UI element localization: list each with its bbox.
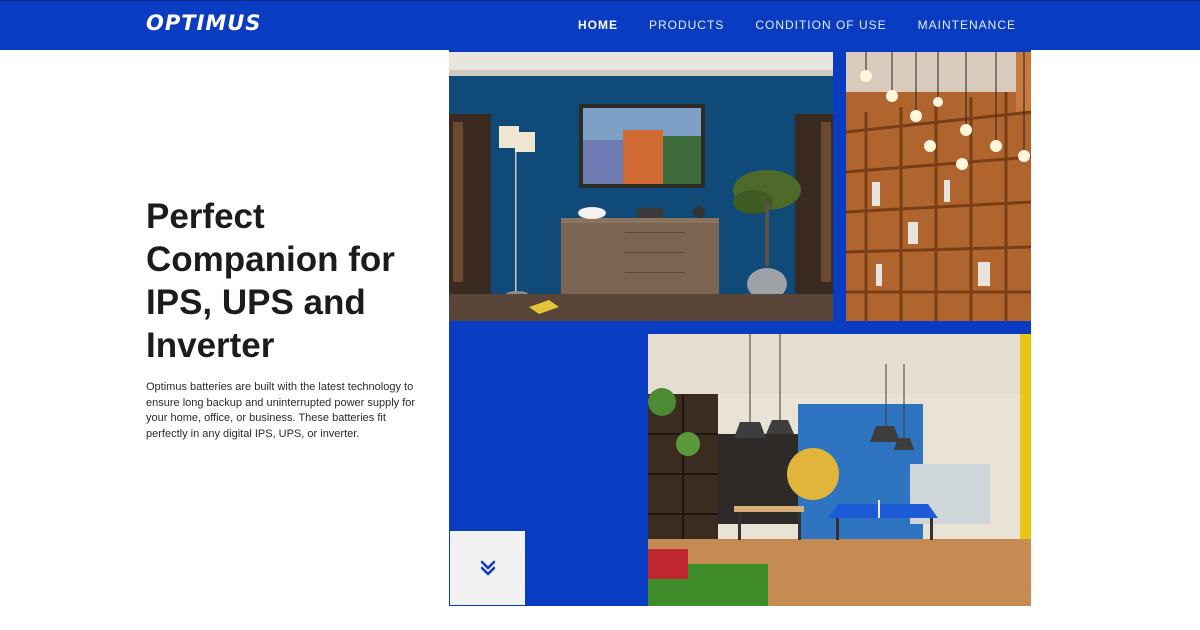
scroll-down-button[interactable] bbox=[449, 530, 526, 606]
brand-logo[interactable]: OPTIMUS bbox=[146, 11, 261, 35]
top-navbar: OPTIMUS HOME PRODUCTS CONDITION OF USE M… bbox=[0, 0, 1200, 50]
main-nav: HOME PRODUCTS CONDITION OF USE MAINTENAN… bbox=[547, 18, 1016, 32]
office-image bbox=[648, 334, 1031, 606]
double-chevron-down-icon bbox=[480, 559, 496, 577]
nav-maintenance[interactable]: MAINTENANCE bbox=[918, 18, 1016, 32]
living-room-image bbox=[449, 52, 833, 321]
nav-home[interactable]: HOME bbox=[578, 18, 618, 32]
hero-image-collage bbox=[449, 50, 1031, 606]
library-image bbox=[846, 52, 1031, 321]
hero-description: Optimus batteries are built with the lat… bbox=[146, 381, 416, 440]
nav-products[interactable]: PRODUCTS bbox=[649, 18, 724, 32]
hero-title: Perfect Companion for IPS, UPS and Inver… bbox=[146, 197, 395, 365]
nav-condition-of-use[interactable]: CONDITION OF USE bbox=[755, 18, 886, 32]
